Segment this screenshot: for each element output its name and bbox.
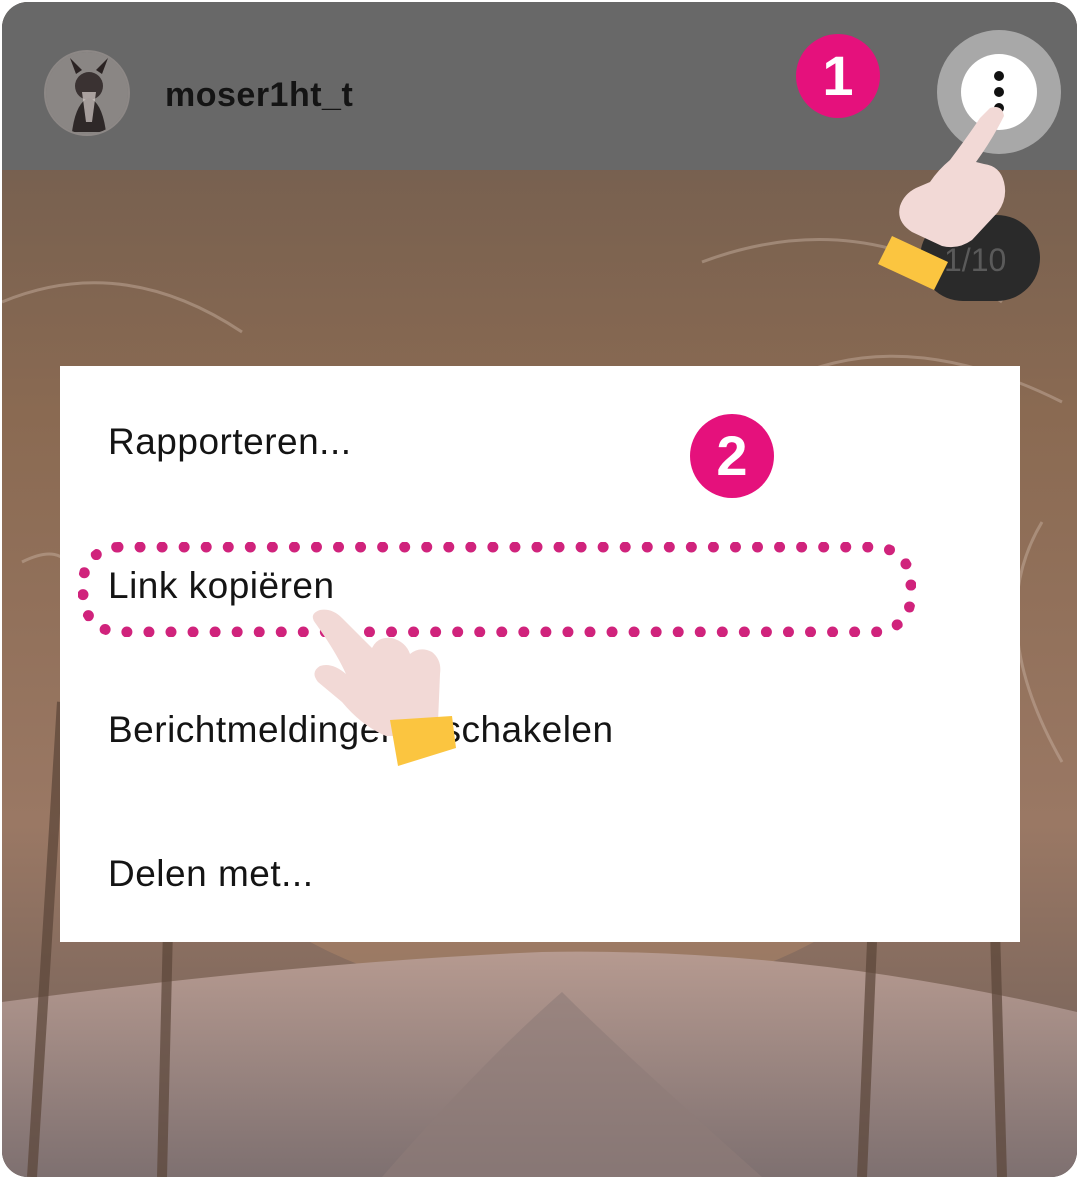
menu-item-notifications[interactable]: Berichtmeldingen inschakelen — [108, 700, 968, 760]
step-1-badge: 1 — [796, 34, 880, 118]
screen-frame: moser1ht_t 1 1/10 Rapporteren... Link ko… — [2, 2, 1077, 1177]
avatar[interactable] — [44, 50, 130, 136]
avatar-figure-icon — [46, 52, 128, 134]
menu-item-report[interactable]: Rapporteren... — [108, 412, 968, 472]
pointing-hand-icon — [312, 609, 456, 766]
step-2-badge: 2 — [690, 414, 774, 498]
options-menu: Rapporteren... Link kopiëren Berichtmeld… — [60, 366, 1020, 942]
pointing-hand-icon — [878, 107, 1006, 290]
username[interactable]: moser1ht_t — [165, 76, 353, 115]
menu-item-share[interactable]: Delen met... — [108, 844, 968, 904]
copy-link-highlight — [78, 542, 916, 637]
